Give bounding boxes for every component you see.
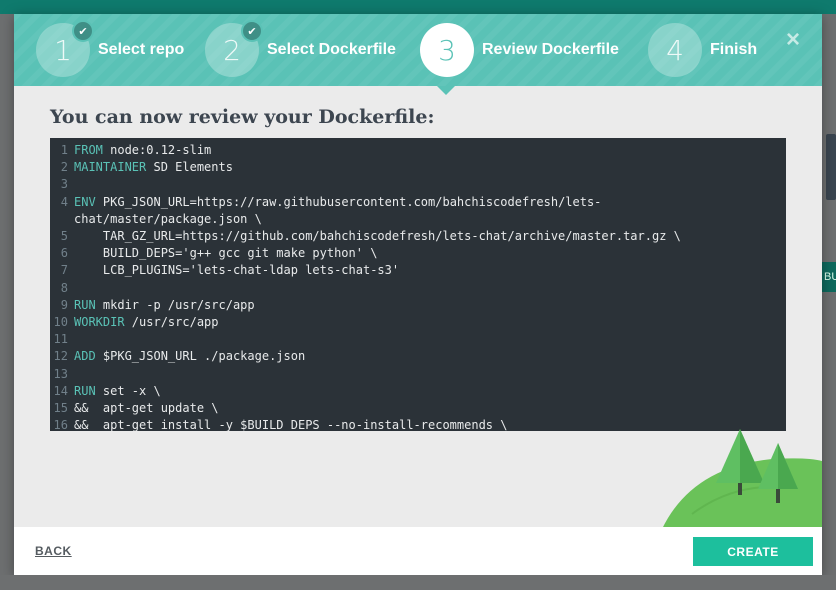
create-button[interactable]: CREATE — [693, 537, 813, 566]
dockerfile-argument: LCB_PLUGINS='lets-chat-ldap lets-chat-s3… — [74, 263, 400, 278]
wizard-footer: BACK CREATE — [14, 527, 822, 575]
dockerfile-argument: /usr/src/app — [124, 315, 219, 330]
background-bottom — [0, 575, 836, 590]
dockerfile-keyword: RUN — [74, 383, 96, 398]
dockerfile-keyword: ADD — [74, 349, 96, 364]
code-line: 7 LCB_PLUGINS='lets-chat-ldap lets-chat-… — [50, 262, 786, 279]
line-number: 14 — [53, 383, 68, 398]
code-text: RUN mkdir -p /usr/src/app — [74, 297, 255, 314]
code-text: TAR_GZ_URL=https://github.com/bahchiscod… — [74, 228, 681, 245]
line-number: 6 — [60, 246, 68, 261]
dockerfile-argument: set -x \ — [95, 383, 161, 398]
code-line: 10 WORKDIR /usr/src/app — [50, 314, 786, 331]
dockerfile-argument: BUILD_DEPS='g++ gcc git make python' \ — [74, 246, 378, 261]
dockerfile-argument: SD Elements — [146, 160, 233, 175]
dockerfile-argument: node:0.12-slim — [102, 143, 212, 157]
check-icon: ✔ — [72, 20, 94, 42]
code-text: && apt-get install -y $BUILD_DEPS --no-i… — [74, 417, 507, 431]
dockerfile-wizard-modal: 1 ✔ Select repo 2 ✔ Select Dockerfile 3 … — [14, 14, 822, 575]
code-line: 12 ADD $PKG_JSON_URL ./package.json — [50, 348, 786, 365]
line-number: 15 — [53, 401, 68, 416]
code-line: 6 BUILD_DEPS='g++ gcc git make python' \ — [50, 245, 786, 262]
step-finish[interactable]: 4 Finish — [648, 23, 757, 77]
active-step-pointer — [437, 86, 455, 95]
step-number-circle: 4 — [648, 23, 702, 77]
dockerfile-code-viewer[interactable]: 1 FROM node:0.12-slim 2 MAINTAINER SD Eleme… — [50, 138, 786, 431]
code-line: 11 — [50, 331, 786, 348]
line-number: 8 — [60, 280, 68, 295]
code-line: 1 FROM node:0.12-slim — [50, 142, 786, 159]
step-label: Review Dockerfile — [482, 41, 619, 58]
dockerfile-keyword: ENV — [74, 194, 96, 209]
code-line: 8 — [50, 280, 786, 297]
code-text: MAINTAINER SD Elements — [74, 159, 233, 176]
code-text: ADD $PKG_JSON_URL ./package.json — [74, 348, 305, 365]
code-line: 13 — [50, 366, 786, 383]
code-text: LCB_PLUGINS='lets-chat-ldap lets-chat-s3… — [74, 262, 399, 279]
line-number: 4 — [60, 194, 68, 209]
code-text: WORKDIR /usr/src/app — [74, 314, 219, 331]
dockerfile-argument: PKG_JSON_URL=https://raw.githubuserconte… — [95, 194, 602, 209]
code-text: ENV PKG_JSON_URL=https://raw.githubuserc… — [74, 194, 601, 211]
line-number — [50, 211, 74, 228]
step-number-circle: 3 — [420, 23, 474, 77]
code-text: && apt-get update \ — [74, 400, 219, 417]
hill-trees-illustration — [662, 429, 822, 529]
dockerfile-argument: && apt-get install -y $BUILD_DEPS --no-i… — [74, 418, 508, 431]
line-number: 10 — [53, 315, 68, 330]
line-number: 13 — [53, 366, 68, 381]
dockerfile-argument: mkdir -p /usr/src/app — [95, 297, 255, 312]
line-number: 11 — [53, 332, 68, 347]
step-label: Select Dockerfile — [267, 41, 396, 58]
code-line: 14 RUN set -x \ — [50, 383, 786, 400]
line-number: 16 — [53, 418, 68, 431]
code-line: 15 && apt-get update \ — [50, 400, 786, 417]
code-line: 5 TAR_GZ_URL=https://github.com/bahchisc… — [50, 228, 786, 245]
code-text: FROM node:0.12-slim — [74, 142, 211, 159]
code-text: RUN set -x \ — [74, 383, 161, 400]
back-button[interactable]: BACK — [35, 544, 72, 558]
line-number: 1 — [60, 143, 68, 157]
line-number: 9 — [60, 297, 68, 312]
background-button-strip: BU — [822, 262, 836, 292]
dockerfile-argument: $PKG_JSON_URL ./package.json — [95, 349, 306, 364]
step-number-circle: 1 ✔ — [36, 20, 94, 77]
step-select-dockerfile[interactable]: 2 ✔ Select Dockerfile — [205, 20, 396, 77]
step-label: Finish — [710, 41, 758, 58]
background-thumbnail — [826, 134, 836, 200]
code-line: 4 ENV PKG_JSON_URL=https://raw.githubuser… — [50, 194, 786, 211]
background-top-bar — [0, 0, 836, 14]
dockerfile-keyword: FROM — [74, 143, 103, 157]
code-text: BUILD_DEPS='g++ gcc git make python' \ — [74, 245, 378, 262]
close-icon[interactable]: × — [786, 28, 802, 52]
dockerfile-keyword: MAINTAINER — [74, 160, 147, 175]
step-label: Select repo — [98, 41, 185, 58]
check-icon: ✔ — [241, 20, 263, 42]
dockerfile-argument: TAR_GZ_URL=https://github.com/bahchiscod… — [74, 229, 681, 244]
wizard-steps-header: 1 ✔ Select repo 2 ✔ Select Dockerfile 3 … — [14, 14, 822, 86]
dockerfile-argument: && apt-get update \ — [74, 401, 219, 416]
code-line: 2 MAINTAINER SD Elements — [50, 159, 786, 176]
code-line: 9 RUN mkdir -p /usr/src/app — [50, 297, 786, 314]
line-number: 5 — [60, 229, 68, 244]
step-review-dockerfile[interactable]: 3 Review Dockerfile — [420, 23, 619, 77]
line-number: 12 — [53, 349, 68, 364]
page-title: You can now review your Dockerfile: — [50, 106, 435, 128]
step-select-repo[interactable]: 1 ✔ Select repo — [36, 20, 185, 77]
dockerfile-keyword: WORKDIR — [74, 315, 125, 330]
step-number: 4 — [666, 33, 684, 67]
code-text: chat/master/package.json \ — [74, 211, 262, 228]
step-number: 3 — [438, 33, 456, 67]
step-number-circle: 2 ✔ — [205, 20, 263, 77]
step-number: 2 — [223, 33, 241, 67]
step-number: 1 — [54, 33, 72, 67]
line-number: 3 — [60, 177, 68, 192]
code-line: chat/master/package.json \ — [50, 211, 786, 228]
code-line: 3 — [50, 176, 786, 193]
line-number: 7 — [60, 263, 68, 278]
dockerfile-argument: chat/master/package.json \ — [74, 211, 262, 226]
line-number: 2 — [60, 160, 68, 175]
dockerfile-keyword: RUN — [74, 297, 96, 312]
